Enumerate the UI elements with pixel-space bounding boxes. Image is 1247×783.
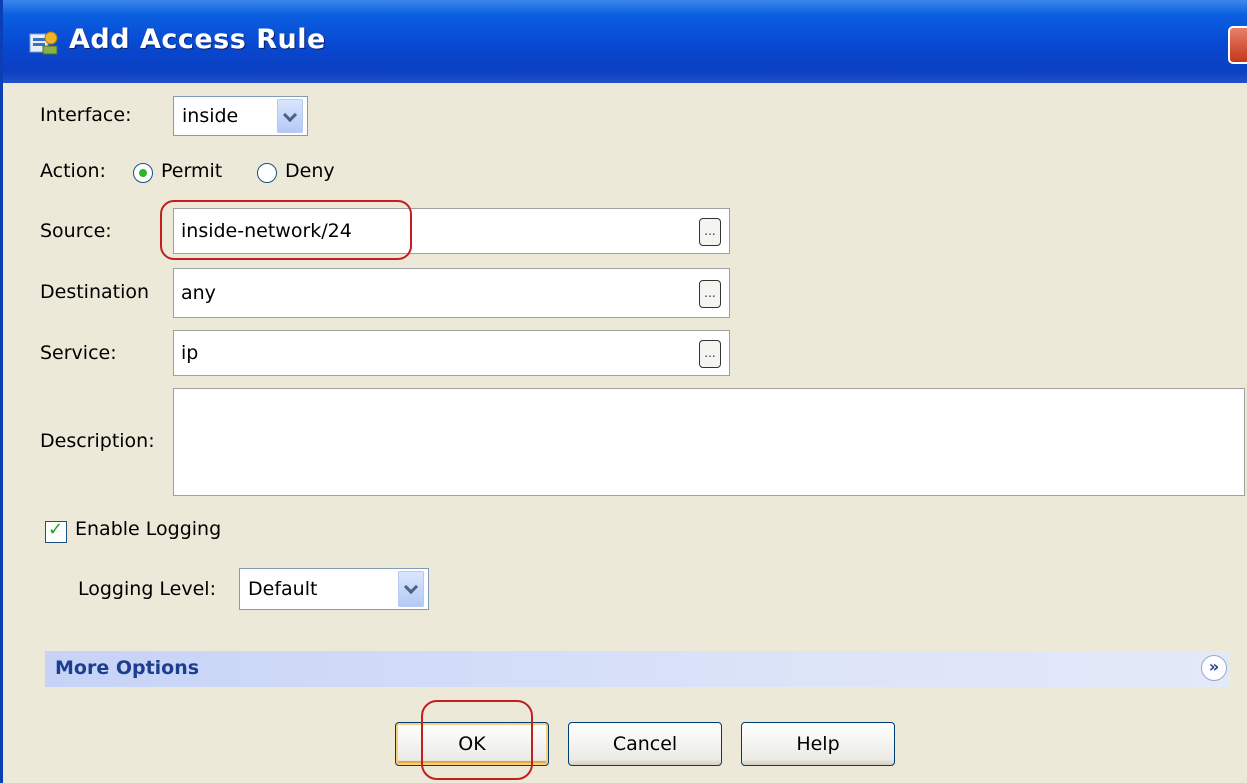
destination-label: Destination [40,281,150,303]
description-label: Description: [40,430,155,452]
enable-logging-checkbox[interactable]: ✓ [45,519,67,543]
enable-logging-label: Enable Logging [75,518,222,540]
ok-highlight-ring [421,700,533,780]
more-options-bar[interactable] [45,651,1230,687]
logging-level-select[interactable]: Default [239,568,429,610]
interface-select[interactable]: inside [173,96,308,136]
source-highlight-ring [160,200,412,260]
close-button[interactable] [1228,26,1247,64]
destination-browse-button[interactable]: ... [699,280,721,308]
dialog-title: Add Access Rule [69,24,326,55]
checkmark-icon: ✓ [48,519,64,540]
destination-value: any [181,282,216,304]
more-options-label[interactable]: More Options [55,657,199,679]
logging-level-value: Default [248,578,318,600]
service-browse-button[interactable]: ... [699,340,721,368]
service-input[interactable]: ip [173,330,730,376]
double-chevron-down-icon[interactable]: » [1201,655,1227,681]
destination-input[interactable]: any [173,268,730,318]
chevron-down-icon[interactable] [398,571,424,607]
radio-deny[interactable] [257,163,277,183]
title-bar: Add Access Rule [3,0,1247,83]
radio-permit-label: Permit [161,160,223,182]
radio-permit[interactable] [133,163,153,183]
logging-level-label: Logging Level: [78,578,216,600]
app-icon [29,31,58,55]
source-browse-button[interactable]: ... [699,218,721,246]
service-label: Service: [40,342,117,364]
help-button[interactable]: Help [741,722,895,766]
radio-deny-label: Deny [285,160,335,182]
interface-label: Interface: [40,104,132,126]
cancel-button[interactable]: Cancel [568,722,722,766]
chevron-down-icon[interactable] [277,99,303,133]
service-value: ip [181,342,199,364]
action-label: Action: [40,160,106,182]
description-textarea[interactable] [173,388,1245,496]
add-access-rule-dialog: Add Access Rule Interface: inside Action… [0,0,1247,783]
source-label: Source: [40,220,112,242]
interface-value: inside [182,105,239,127]
